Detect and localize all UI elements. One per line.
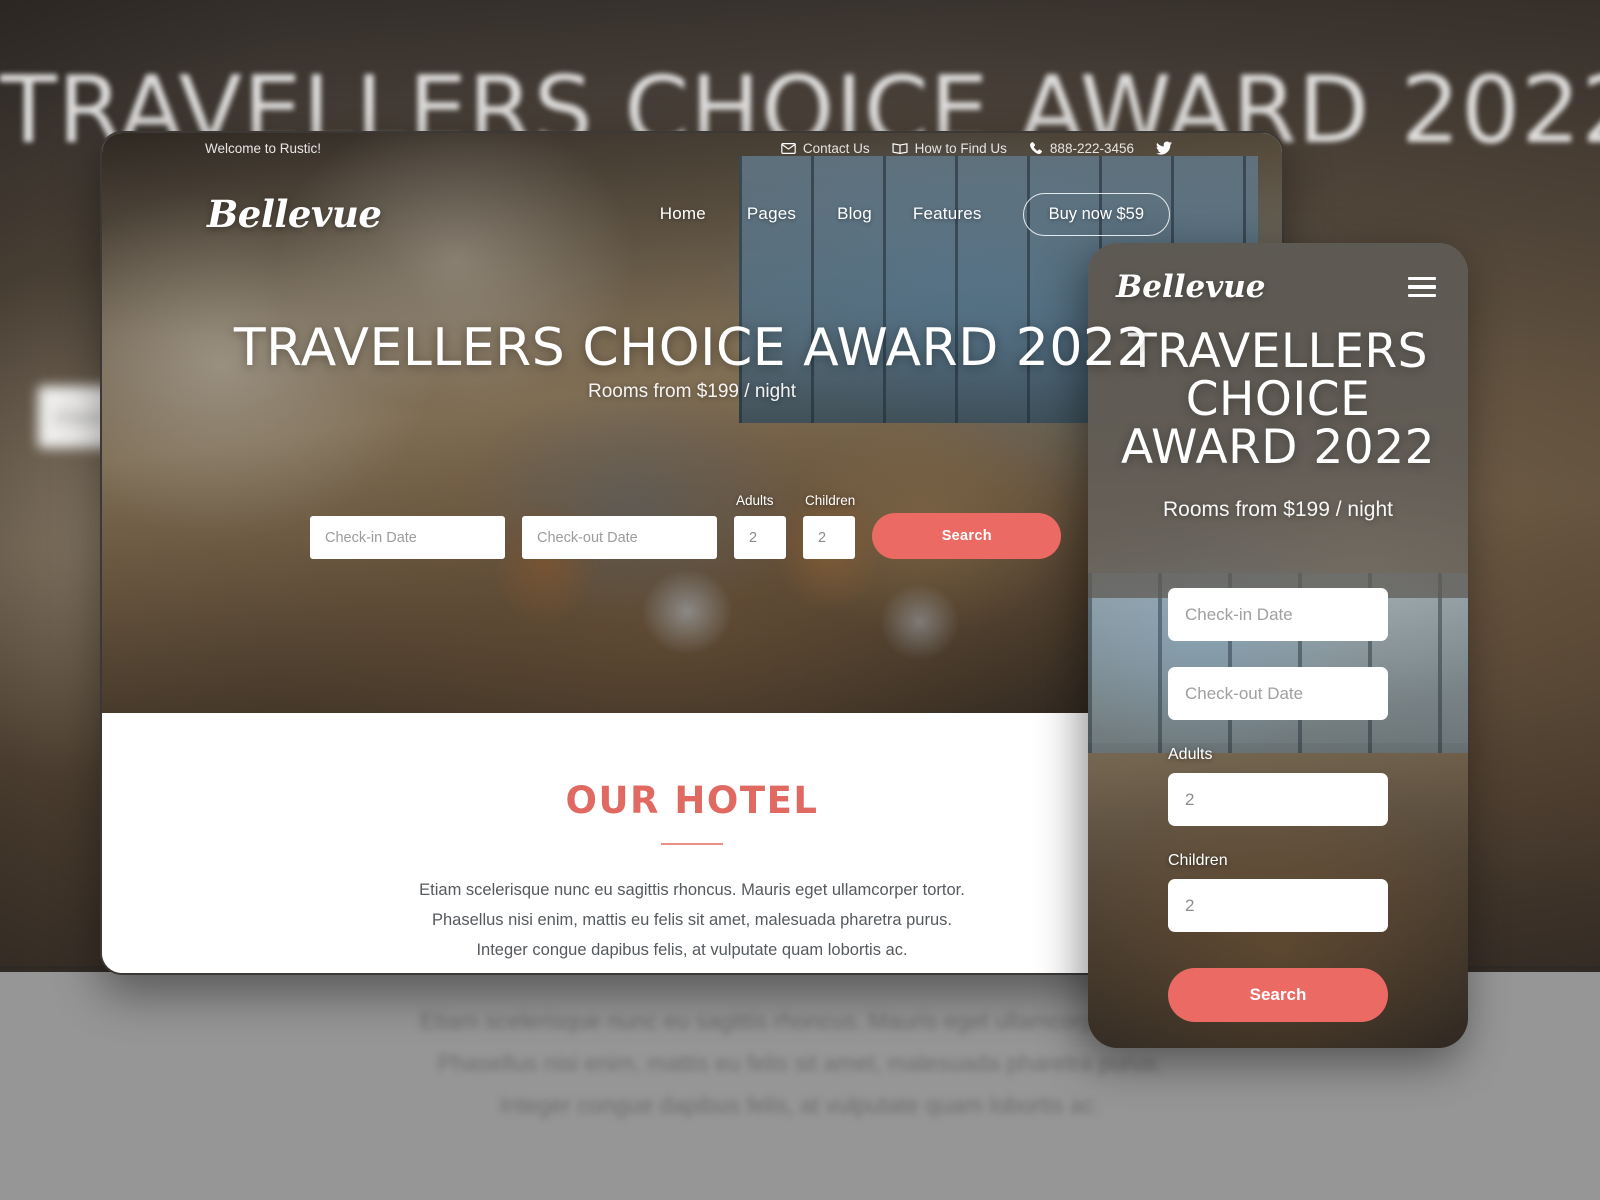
mobile-adults-input[interactable] — [1168, 773, 1388, 826]
map-book-icon — [892, 142, 908, 154]
children-input[interactable] — [803, 516, 855, 559]
twitter-link[interactable] — [1156, 141, 1172, 155]
section-body-text: Etiam scelerisque nunc eu sagittis rhonc… — [312, 875, 1072, 965]
booking-search-bar: Adults Children Search — [310, 493, 1074, 559]
main-navigation-bar: Bellevue Home Pages Blog Features Buy no… — [102, 181, 1282, 247]
site-logo[interactable]: Bellevue — [207, 192, 382, 236]
checkout-date-input[interactable] — [522, 516, 717, 559]
how-to-find-us-label: How to Find Us — [914, 140, 1007, 156]
background-footer-line-2: Phasellus nisi enim, mattis eu felis sit… — [437, 1050, 1163, 1076]
hero-headline: TRAVELLERS CHOICE AWARD 2022 — [233, 318, 1151, 378]
children-group: Children — [803, 493, 855, 559]
mobile-adults-label: Adults — [1168, 746, 1213, 763]
hamburger-menu-icon[interactable] — [1408, 272, 1436, 302]
section-body-line-2: Phasellus nisi enim, mattis eu felis sit… — [432, 911, 952, 929]
nav-item-home[interactable]: Home — [660, 204, 706, 224]
hamburger-bar-3 — [1408, 293, 1436, 298]
welcome-message: Welcome to Rustic! — [205, 140, 322, 156]
checkin-group — [310, 516, 505, 559]
nav-item-features[interactable]: Features — [913, 204, 982, 224]
mobile-hero-line-3: AWARD 2022 — [1120, 420, 1436, 475]
adults-label: Adults — [736, 493, 774, 508]
children-label: Children — [805, 493, 856, 508]
hamburger-bar-2 — [1408, 285, 1436, 289]
mobile-booking-form: Adults Children Search — [1168, 588, 1388, 1022]
checkout-group — [522, 516, 717, 559]
heading-divider — [661, 843, 723, 845]
section-body-line-1: Etiam scelerisque nunc eu sagittis rhonc… — [419, 881, 965, 899]
nav-item-blog[interactable]: Blog — [837, 204, 872, 224]
mobile-hero-subheadline: Rooms from $199 / night — [1163, 498, 1393, 521]
how-to-find-us-link[interactable]: How to Find Us — [892, 141, 1007, 156]
mobile-checkin-date-input[interactable] — [1168, 588, 1388, 641]
mobile-children-label: Children — [1168, 852, 1228, 869]
screenshot-stage: TRAVELLERS CHOICE AWARD 2022 Check-in Da… — [0, 0, 1600, 1200]
top-utility-bar: Welcome to Rustic! Contact Us How to Fin… — [102, 133, 1282, 163]
adults-input[interactable] — [734, 516, 786, 559]
section-body-line-3: Integer congue dapibus felis, at vulputa… — [476, 941, 908, 959]
hero-subheadline: Rooms from $199 / night — [587, 381, 797, 402]
top-utility-links: Contact Us How to Find Us 888-222-3456 — [781, 141, 1172, 156]
phone-number-label: 888-222-3456 — [1049, 140, 1134, 156]
checkin-date-input[interactable] — [310, 516, 505, 559]
mobile-children-input[interactable] — [1168, 879, 1388, 932]
phone-icon — [1029, 141, 1043, 155]
buy-now-button[interactable]: Buy now $59 — [1022, 192, 1170, 236]
search-button[interactable]: Search — [872, 513, 1062, 559]
background-footer-line-3: Integer congue dapibus felis, at vulputa… — [499, 1092, 1101, 1118]
mobile-header: Bellevue — [1088, 261, 1468, 313]
contact-us-link[interactable]: Contact Us — [781, 141, 870, 156]
mobile-site-logo[interactable]: Bellevue — [1116, 269, 1265, 305]
mobile-search-button[interactable]: Search — [1168, 968, 1388, 1022]
envelope-icon — [781, 142, 796, 154]
adults-group: Adults — [734, 493, 786, 559]
nav-item-pages[interactable]: Pages — [747, 204, 796, 224]
twitter-icon — [1156, 141, 1172, 155]
nav-links: Home Pages Blog Features Buy now $59 — [660, 192, 1170, 236]
contact-us-label: Contact Us — [802, 140, 870, 156]
phone-link[interactable]: 888-222-3456 — [1029, 141, 1134, 156]
hamburger-bar-1 — [1408, 276, 1436, 281]
mobile-checkout-date-input[interactable] — [1168, 667, 1388, 720]
